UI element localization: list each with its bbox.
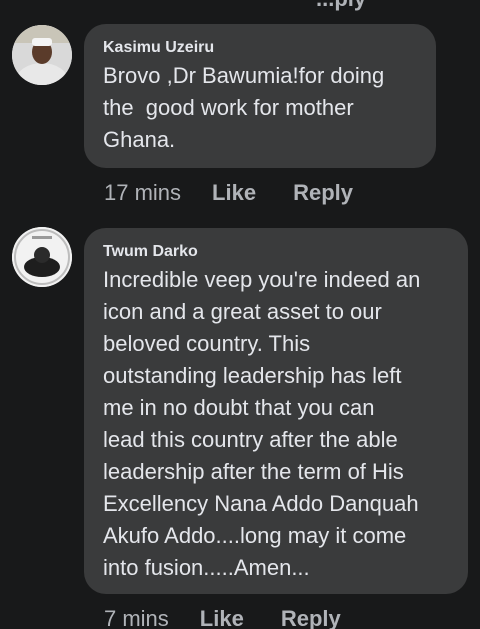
like-button[interactable]: Like	[200, 606, 244, 629]
comment-actions: 17 mins Like Reply	[104, 180, 353, 206]
comment-author[interactable]: Twum Darko	[103, 242, 448, 262]
reply-button[interactable]: Reply	[281, 606, 341, 629]
like-button[interactable]: Like	[212, 180, 256, 206]
comment-bubble[interactable]: Kasimu Uzeiru Brovo ,Dr Bawumia!for doin…	[84, 24, 436, 168]
profile-photo-icon	[12, 227, 72, 287]
comment-timestamp[interactable]: 17 mins	[104, 180, 181, 206]
previous-reply-fragment[interactable]: ...ply	[316, 0, 366, 12]
comment-text: Incredible veep you're indeed an icon an…	[103, 267, 421, 580]
comment-author[interactable]: Kasimu Uzeiru	[103, 38, 416, 58]
user-avatar[interactable]	[12, 25, 72, 85]
comment-actions: 7 mins Like Reply	[104, 606, 341, 629]
profile-photo-icon	[12, 25, 72, 85]
comment-timestamp[interactable]: 7 mins	[104, 606, 169, 629]
reply-button[interactable]: Reply	[293, 180, 353, 206]
comments-screen: ...ply Kasimu Uzeiru Brovo ,Dr Bawumia!f…	[0, 0, 480, 629]
user-avatar[interactable]	[12, 227, 72, 287]
comment-text: Brovo ,Dr Bawumia!for doing the good wor…	[103, 63, 385, 152]
comment-bubble[interactable]: Twum Darko Incredible veep you're indeed…	[84, 228, 468, 594]
